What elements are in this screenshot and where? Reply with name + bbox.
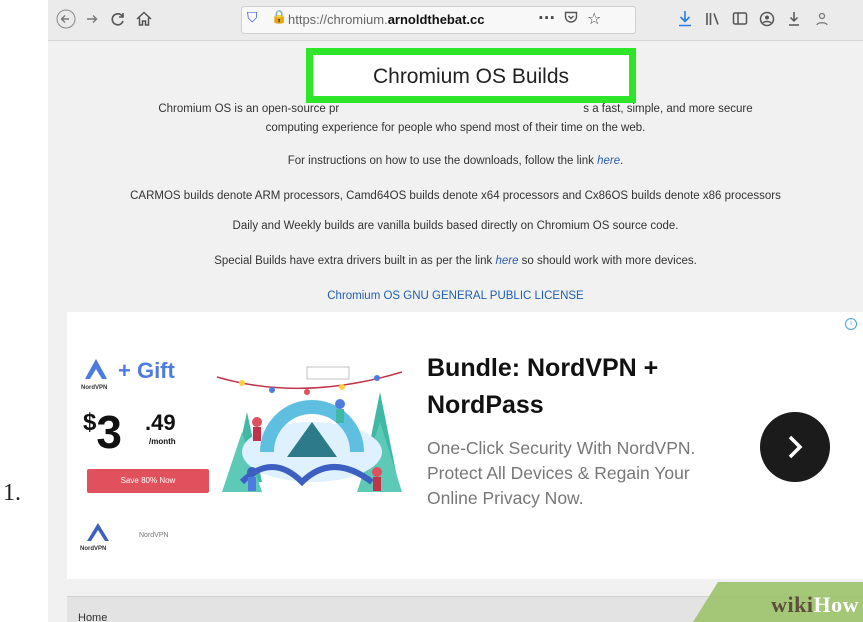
intro-text-line2: computing experience for people who spen… [265,122,646,134]
home-icon[interactable] [134,9,154,29]
library-icon[interactable] [705,10,721,32]
page-content: Chromium OS is an open-source pr s a fast… [48,41,863,622]
page-title-highlight: Chromium OS Builds [306,48,636,103]
instructions-text: For instructions on how to use the downl… [287,155,624,167]
back-icon[interactable] [56,9,76,29]
url-text[interactable]: https://chromium.arnoldthebat.cc [288,12,533,27]
nordvpn-logo-icon [87,523,109,541]
wikihow-logo-text: wikiHow [771,592,859,617]
advertisement[interactable]: i NordVPN + Gift $3 .49 /month Save 80% … [67,312,863,579]
pocket-icon[interactable] [564,10,578,28]
account-icon[interactable] [759,10,775,32]
reload-icon[interactable] [108,9,128,29]
step-number: 1. [3,480,21,506]
page-title: Chromium OS Builds [372,65,570,88]
address-bar[interactable]: ⛉ 🔒 https://chromium.arnoldthebat.cc ···… [241,6,636,34]
intro-text-line1: Chromium OS is an open-source pr s a fast… [158,103,753,115]
download-icon[interactable] [677,10,693,32]
ad-subtext: One-Click Security With NordVPN. Protect… [427,438,696,508]
browser-toolbar: ⛉ 🔒 https://chromium.arnoldthebat.cc ···… [48,0,863,41]
page-actions-icon[interactable]: ··· [538,9,555,27]
builds-text: CARMOS builds denote ARM processors, Cam… [130,190,781,202]
bookmark-star-icon[interactable]: ☆ [587,9,601,28]
winter-illustration-icon [216,366,403,492]
brand-small-text: NordVPN [81,385,108,391]
wikihow-watermark: wikiHow [693,582,863,622]
home-link[interactable]: Home [78,612,107,622]
sidebar-icon[interactable] [732,10,748,32]
special-builds-text: Special Builds have extra drivers built … [214,255,697,267]
extension-icon[interactable] [786,10,802,32]
adchoices-icon[interactable]: i [845,318,857,330]
nordvpn-logo-icon [85,358,107,380]
save-button[interactable]: Save 80% Now [87,469,209,493]
extension-icon[interactable] [814,10,830,32]
price: $3 .49 /month [83,406,176,458]
special-builds-link[interactable]: here [495,255,518,267]
ad-next-button[interactable] [760,412,830,482]
ad-headline[interactable]: Bundle: NordVPN + NordPass [427,350,747,424]
instructions-link[interactable]: here [597,155,620,167]
chevron-right-icon [788,435,803,459]
gift-text: + Gift [118,358,175,383]
license-link[interactable]: Chromium OS GNU GENERAL PUBLIC LICENSE [48,290,863,302]
advertiser-name: NordVPN [139,532,169,539]
brand-small-text-2: NordVPN [80,546,107,552]
lock-icon[interactable]: 🔒 [271,10,287,25]
forward-icon[interactable] [82,9,102,29]
vanilla-text: Daily and Weekly builds are vanilla buil… [232,220,679,232]
browser-window: ⛉ 🔒 https://chromium.arnoldthebat.cc ···… [48,0,863,622]
tracking-protection-icon[interactable]: ⛉ [247,10,258,26]
